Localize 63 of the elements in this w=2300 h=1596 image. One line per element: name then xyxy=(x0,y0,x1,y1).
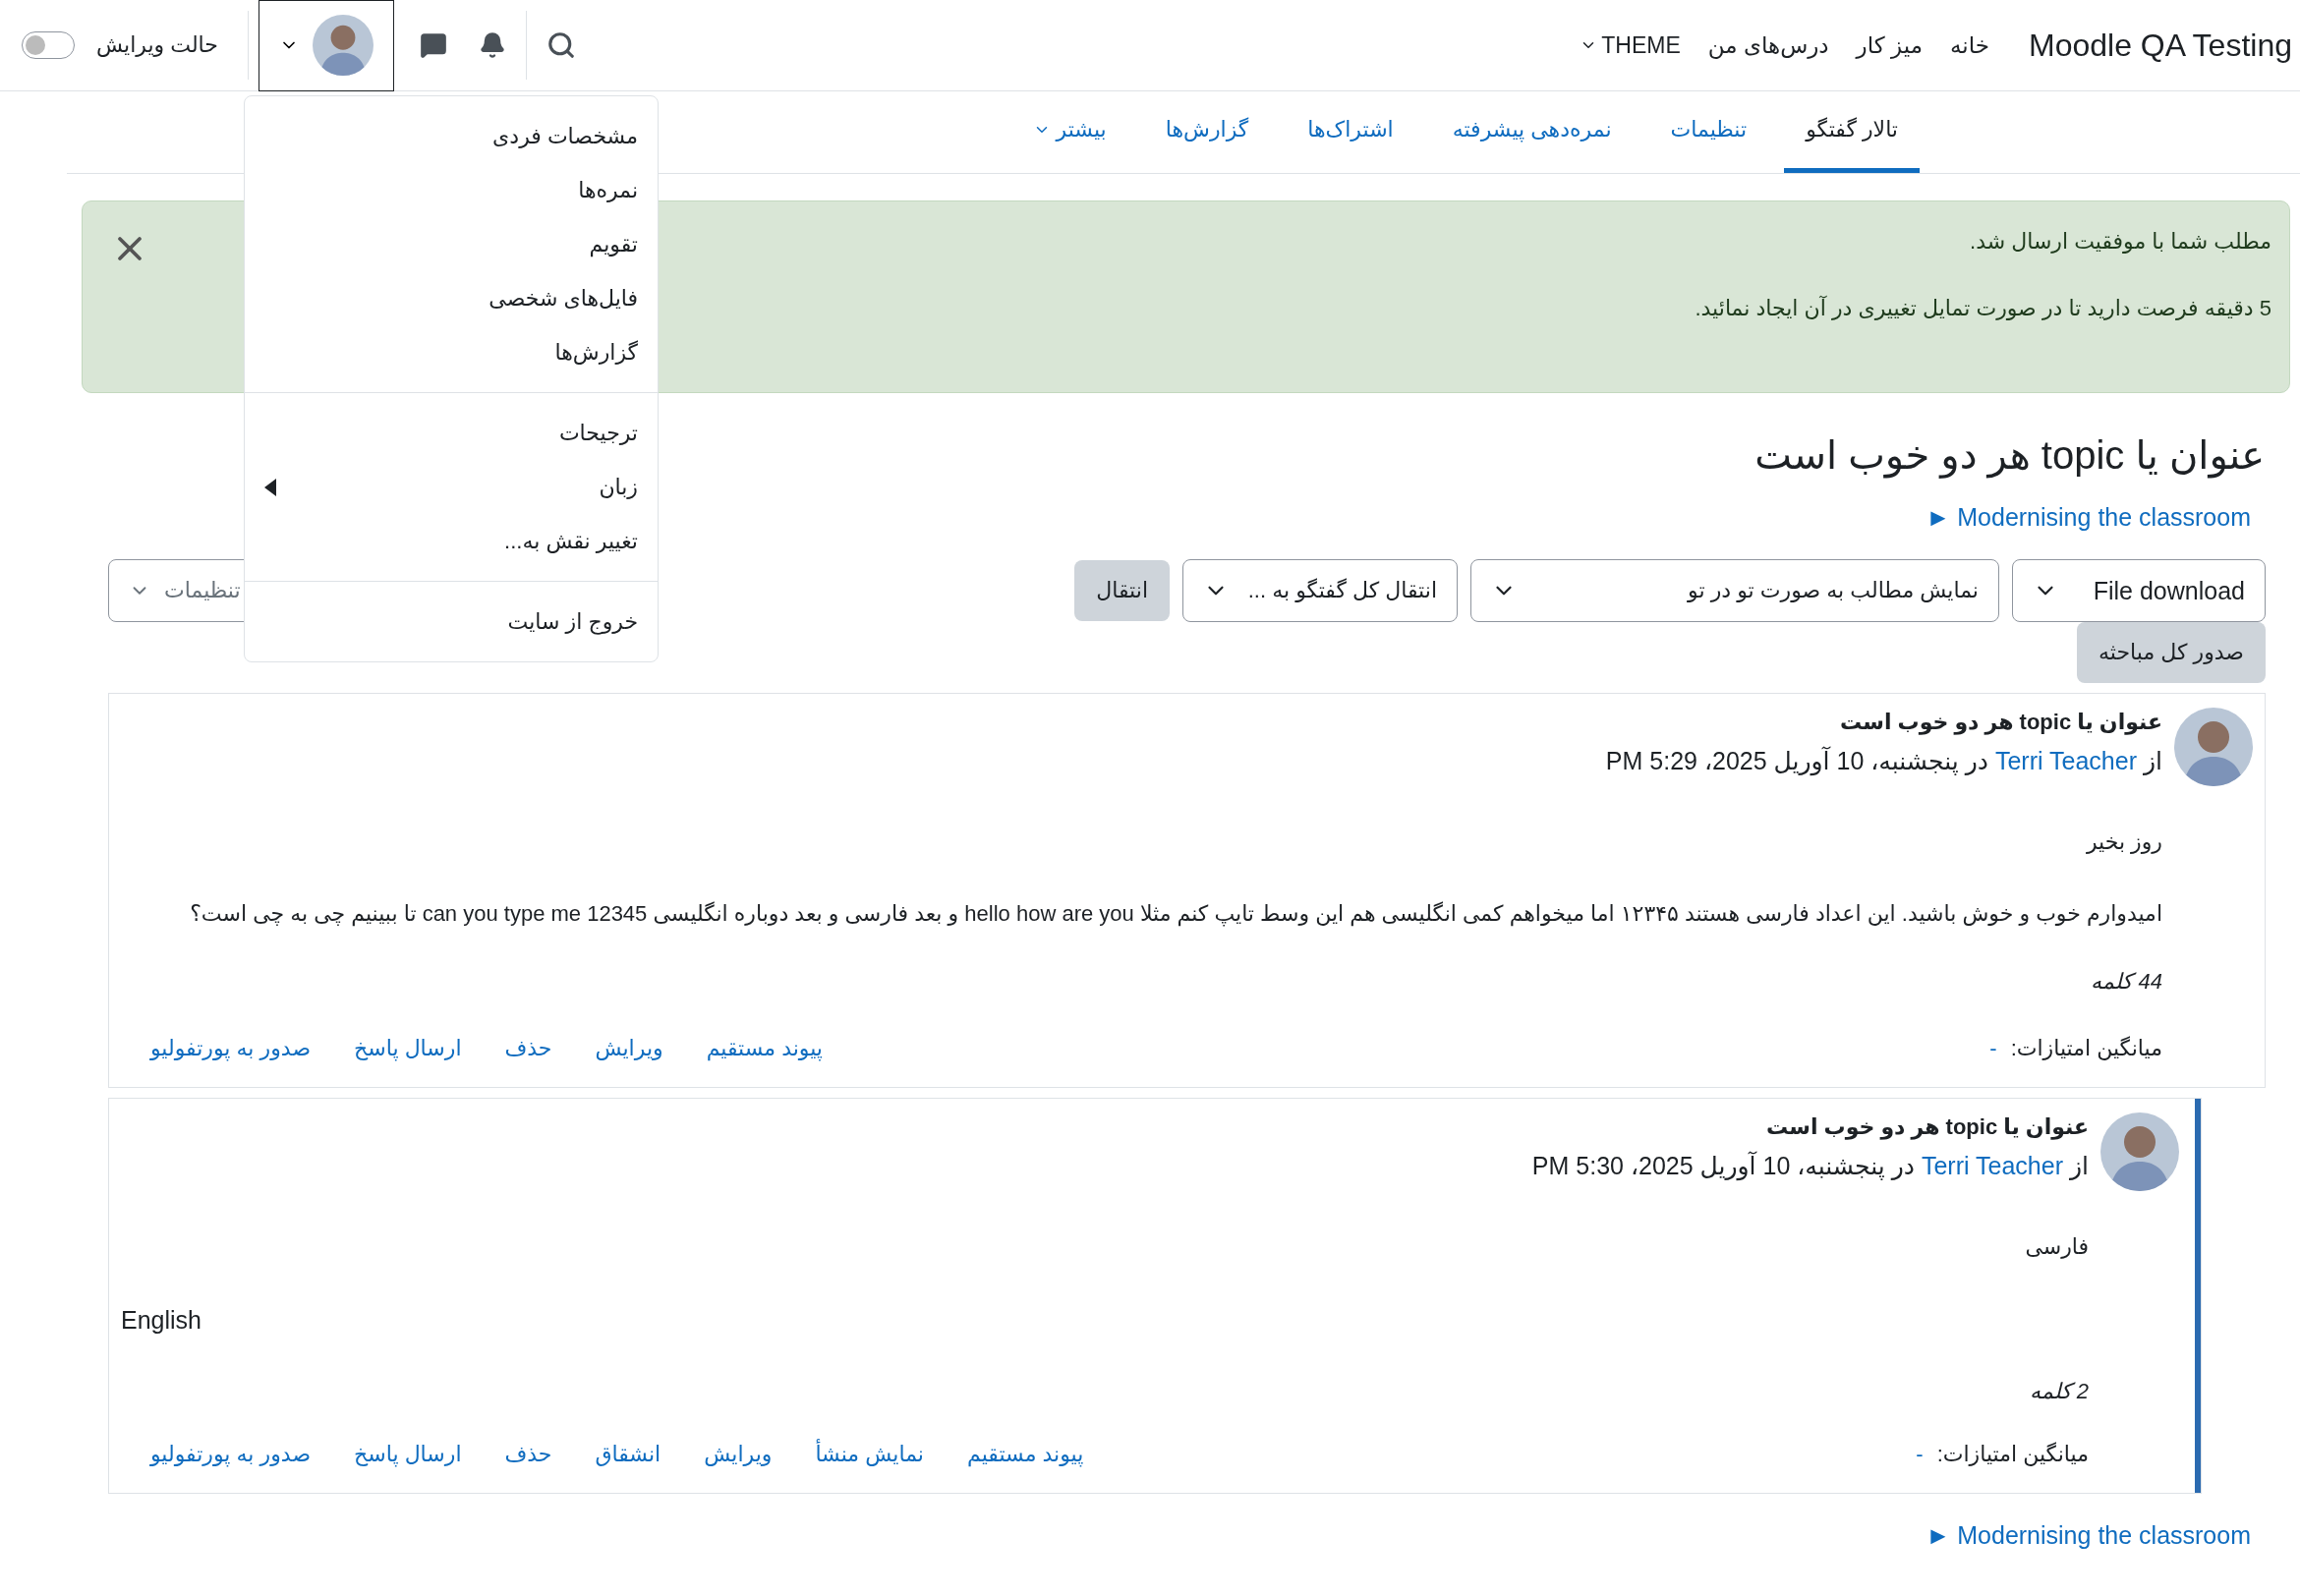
menu-item[interactable]: زبان xyxy=(245,460,658,514)
display-mode-select[interactable]: نمایش مطالب به صورت تو در تو xyxy=(1470,559,1999,622)
alert-message: 5 دقیقه فرصت دارید تا در صورت تمایل تغییری در آن ایجاد نمائید. xyxy=(1695,296,2271,321)
course-link[interactable]: Modernising the classroom ► xyxy=(1926,1521,2251,1550)
post-action-link[interactable]: ویرایش xyxy=(595,1036,663,1061)
post-action-link[interactable]: ارسال پاسخ xyxy=(354,1442,462,1467)
post-title: عنوان یا topic هر دو خوب است xyxy=(1839,710,2162,735)
menu-item[interactable]: گزارش‌ها xyxy=(245,325,658,379)
bell-icon[interactable] xyxy=(478,31,506,59)
post-title: عنوان یا topic هر دو خوب است xyxy=(1765,1114,2089,1140)
post-action-link[interactable]: انشقاق xyxy=(595,1442,661,1467)
post-paragraph: امیدوارم خوب و خوش باشید. این اعداد فارسی هستند ۱۲۳۴۵ اما میخواهم کمی انگلیسی هم این وسط تایپ کنم مثلا hello how are you و بعد فارسی و بعد دوباره انگلیسی can you type me 12345 تا ببینیم چی به چی است؟ xyxy=(189,900,2162,929)
post-action-link[interactable]: صدور به پورتفولیو xyxy=(150,1442,312,1467)
post-paragraph: English xyxy=(121,1305,202,1336)
post-date: در پنجشنبه، 10 آوریل 2025، 5:29 PM xyxy=(1605,747,1988,775)
menu-item[interactable]: نمره‌ها xyxy=(245,163,658,217)
alert-message: مطلب شما با موفقیت ارسال شد. xyxy=(1969,229,2271,255)
rating-link[interactable]: - xyxy=(1916,1442,1924,1467)
post-action-link[interactable]: پیوند مستقیم xyxy=(967,1442,1084,1467)
menu-item[interactable]: مشخصات فردی xyxy=(245,109,658,163)
byline-prefix: از xyxy=(2069,1152,2089,1180)
tab[interactable]: گزارش‌ها xyxy=(1143,91,1271,173)
edit-mode-label: حالت ویرایش xyxy=(96,32,218,58)
rating-link[interactable]: - xyxy=(1989,1036,1997,1061)
post-action-link[interactable]: پیوند مستقیم xyxy=(706,1036,823,1061)
nav-link[interactable]: خانه xyxy=(1950,31,1989,59)
post-paragraph: فارسی xyxy=(2024,1233,2089,1261)
tab[interactable]: اشتراک‌ها xyxy=(1286,91,1415,173)
site-name[interactable]: Moodle QA Testing xyxy=(2029,27,2292,64)
edit-mode-switch[interactable] xyxy=(22,31,75,59)
post-paragraph: روز بخیر xyxy=(2085,828,2162,856)
tab[interactable]: نمره‌دهی پیشرفته xyxy=(1430,91,1634,173)
course-link[interactable]: Modernising the classroom ► xyxy=(1926,503,2251,532)
export-select[interactable]: File download xyxy=(2012,559,2266,622)
author-link[interactable]: Terri Teacher xyxy=(1921,1152,2063,1180)
chat-icon[interactable] xyxy=(419,31,447,59)
menu-item[interactable]: فایل‌های شخصی xyxy=(245,271,658,325)
user-menu-button[interactable] xyxy=(258,0,394,91)
discussion-title: عنوان یا topic هر دو خوب است xyxy=(1754,432,2265,478)
post-action-link[interactable]: حذف xyxy=(504,1442,552,1467)
byline-prefix: از xyxy=(2143,747,2162,775)
move-discussion-select[interactable]: انتقال کل گفتگو به ... xyxy=(1182,559,1458,622)
post-action-link[interactable]: حذف xyxy=(504,1036,552,1061)
nav-link[interactable]: THEME xyxy=(1580,31,1681,59)
menu-item[interactable]: ترجیحات xyxy=(245,406,658,460)
search-icon[interactable] xyxy=(546,30,576,60)
post-action-link[interactable]: صدور به پورتفولیو xyxy=(150,1036,312,1061)
post-date: در پنجشنبه، 10 آوریل 2025، 5:30 PM xyxy=(1531,1152,1915,1180)
nav-link[interactable]: میز کار xyxy=(1856,31,1923,59)
rating-label: میانگین امتیازات: xyxy=(2010,1036,2162,1061)
nav-link[interactable]: درس‌های من xyxy=(1707,31,1829,59)
tab[interactable]: تالار گفتگو xyxy=(1784,91,1920,173)
menu-item[interactable]: تقویم xyxy=(245,217,658,271)
post-action-link[interactable]: ویرایش xyxy=(704,1442,773,1467)
word-count: 44 کلمه xyxy=(2090,969,2162,995)
rating-label: میانگین امتیازات: xyxy=(1936,1442,2089,1467)
move-button[interactable]: انتقال xyxy=(1074,560,1170,621)
tab[interactable]: بیشتر xyxy=(1010,91,1128,173)
word-count: 2 کلمه xyxy=(2028,1378,2089,1404)
author-link[interactable]: Terri Teacher xyxy=(1994,747,2137,775)
post-action-link[interactable]: ارسال پاسخ xyxy=(354,1036,462,1061)
export-discussion-button[interactable]: صدور کل مباحثه xyxy=(2077,622,2266,683)
tab[interactable]: تنظیمات xyxy=(1648,91,1769,173)
